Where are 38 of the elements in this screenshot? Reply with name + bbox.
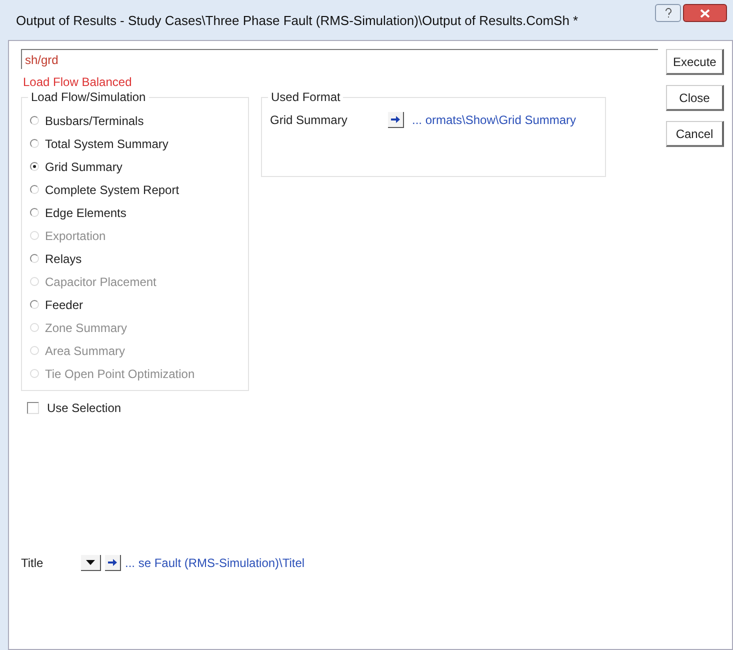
group-title: Used Format bbox=[268, 90, 344, 104]
question-icon bbox=[664, 8, 672, 18]
radio-button[interactable] bbox=[30, 254, 39, 263]
radio-option[interactable]: Edge Elements bbox=[30, 204, 240, 221]
title-path-link[interactable]: ... se Fault (RMS-Simulation)\Titel bbox=[125, 556, 305, 570]
radio-button[interactable] bbox=[30, 139, 39, 148]
radio-button[interactable] bbox=[30, 208, 39, 217]
caret-icon bbox=[86, 560, 95, 565]
checkbox[interactable] bbox=[27, 402, 39, 414]
radio-option[interactable]: Relays bbox=[30, 250, 240, 267]
close-icon bbox=[700, 8, 710, 18]
radio-button[interactable] bbox=[30, 162, 39, 171]
arrow-right-icon bbox=[108, 559, 117, 566]
format-label: Grid Summary bbox=[270, 113, 348, 127]
window-title: Output of Results - Study Cases\Three Phase Fault (RMS-Simulation)\Output of Results.ComSh * bbox=[16, 12, 580, 28]
radio-option[interactable]: Total System Summary bbox=[30, 135, 240, 152]
radio-option[interactable]: Grid Summary bbox=[30, 158, 240, 175]
help-button[interactable] bbox=[655, 4, 681, 22]
dialog-button[interactable]: Execute bbox=[666, 49, 724, 75]
title-label: Title bbox=[21, 556, 44, 570]
arrow-right-icon bbox=[391, 116, 400, 123]
radio-button[interactable] bbox=[30, 185, 39, 194]
checkbox-label: Use Selection bbox=[47, 401, 122, 415]
radio-option[interactable]: Complete System Report bbox=[30, 181, 240, 198]
dropdown-button[interactable] bbox=[81, 555, 101, 571]
dialog-button[interactable]: Cancel bbox=[666, 121, 724, 147]
radio-button[interactable] bbox=[30, 116, 39, 125]
status-text: Load Flow Balanced bbox=[23, 75, 133, 89]
group-title: Load Flow/Simulation bbox=[28, 90, 149, 104]
dialog-button[interactable]: Close bbox=[666, 85, 724, 111]
command-field[interactable]: sh/grd bbox=[21, 49, 658, 69]
jump-button[interactable] bbox=[388, 112, 404, 128]
radio-button[interactable] bbox=[30, 300, 39, 309]
jump-button[interactable] bbox=[105, 555, 121, 571]
format-path-link[interactable]: ... ormats\Show\Grid Summary bbox=[412, 113, 576, 127]
close-window-button[interactable] bbox=[683, 4, 727, 22]
radio-option[interactable]: Busbars/Terminals bbox=[30, 112, 240, 129]
radio-option[interactable]: Feeder bbox=[30, 296, 240, 313]
